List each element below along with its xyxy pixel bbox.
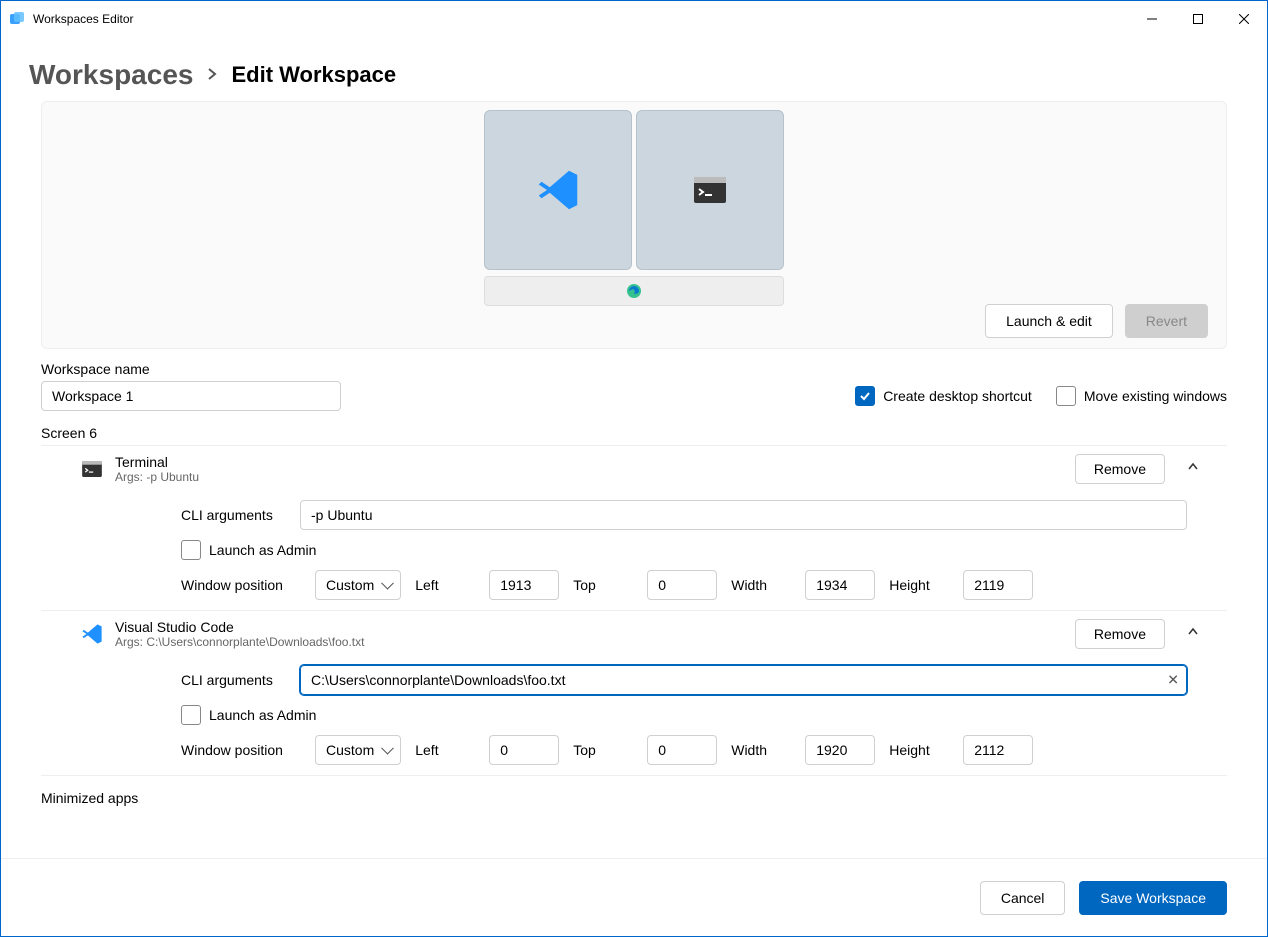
width-input[interactable]	[805, 735, 875, 765]
vscode-icon	[81, 623, 103, 645]
top-input[interactable]	[647, 735, 717, 765]
app-card-terminal: Terminal Args: -p Ubuntu Remove CLI argu…	[41, 446, 1227, 611]
move-windows-checkbox[interactable]: Move existing windows	[1056, 386, 1227, 406]
remove-button[interactable]: Remove	[1075, 619, 1165, 649]
remove-button[interactable]: Remove	[1075, 454, 1165, 484]
app-icon	[9, 11, 25, 27]
launch-admin-checkbox[interactable]: Launch as Admin	[181, 540, 316, 560]
top-label: Top	[573, 577, 633, 593]
cancel-button[interactable]: Cancel	[980, 881, 1066, 915]
window-position-label: Window position	[181, 742, 301, 758]
preview-minimized-row[interactable]	[484, 276, 784, 306]
screen-section-label: Screen 6	[41, 425, 1227, 441]
left-label: Left	[415, 577, 475, 593]
breadcrumb-leaf: Edit Workspace	[231, 62, 396, 88]
preview-tile-vscode[interactable]	[484, 110, 632, 270]
launch-admin-label: Launch as Admin	[209, 542, 316, 558]
left-input[interactable]	[489, 570, 559, 600]
position-mode-select[interactable]: Custom	[315, 735, 401, 765]
position-mode-select[interactable]: Custom	[315, 570, 401, 600]
window-position-label: Window position	[181, 577, 301, 593]
minimize-button[interactable]	[1129, 1, 1175, 37]
app-list: Terminal Args: -p Ubuntu Remove CLI argu…	[41, 445, 1227, 807]
create-shortcut-label: Create desktop shortcut	[883, 388, 1032, 404]
create-shortcut-checkbox[interactable]: Create desktop shortcut	[855, 386, 1032, 406]
breadcrumb-root[interactable]: Workspaces	[29, 59, 193, 91]
launch-edit-button[interactable]: Launch & edit	[985, 304, 1113, 338]
breadcrumb: Workspaces Edit Workspace	[1, 37, 1267, 101]
cli-args-label: CLI arguments	[181, 507, 286, 523]
top-input[interactable]	[647, 570, 717, 600]
checkbox-unchecked-icon	[181, 705, 201, 725]
workspace-name-label: Workspace name	[41, 361, 1227, 377]
height-label: Height	[889, 577, 949, 593]
window-title: Workspaces Editor	[33, 12, 133, 26]
app-card-vscode: Visual Studio Code Args: C:\Users\connor…	[41, 611, 1227, 776]
height-input[interactable]	[963, 735, 1033, 765]
layout-preview: Launch & edit Revert	[41, 101, 1227, 349]
minimized-section-label: Minimized apps	[41, 790, 1227, 806]
app-name: Visual Studio Code	[115, 619, 1063, 635]
launch-admin-label: Launch as Admin	[209, 707, 316, 723]
app-subtitle: Args: C:\Users\connorplante\Downloads\fo…	[115, 635, 1063, 649]
checkbox-unchecked-icon	[1056, 386, 1076, 406]
width-label: Width	[731, 577, 791, 593]
close-button[interactable]	[1221, 1, 1267, 37]
collapse-toggle[interactable]	[1177, 625, 1209, 644]
edge-icon	[626, 283, 642, 299]
workspace-name-input[interactable]	[41, 381, 341, 411]
terminal-icon	[694, 177, 726, 203]
preview-tile-terminal[interactable]	[636, 110, 784, 270]
left-label: Left	[415, 742, 475, 758]
height-input[interactable]	[963, 570, 1033, 600]
left-input[interactable]	[489, 735, 559, 765]
terminal-icon	[81, 458, 103, 480]
titlebar: Workspaces Editor	[1, 1, 1267, 37]
collapse-toggle[interactable]	[1177, 460, 1209, 479]
width-label: Width	[731, 742, 791, 758]
move-windows-label: Move existing windows	[1084, 388, 1227, 404]
footer: Cancel Save Workspace	[1, 858, 1267, 936]
launch-admin-checkbox[interactable]: Launch as Admin	[181, 705, 316, 725]
revert-button[interactable]: Revert	[1125, 304, 1208, 338]
height-label: Height	[889, 742, 949, 758]
cli-args-input[interactable]	[300, 500, 1187, 530]
cli-args-label: CLI arguments	[181, 672, 286, 688]
top-label: Top	[573, 742, 633, 758]
chevron-right-icon	[205, 64, 219, 87]
app-name: Terminal	[115, 454, 1063, 470]
checkbox-checked-icon	[855, 386, 875, 406]
checkbox-unchecked-icon	[181, 540, 201, 560]
save-workspace-button[interactable]: Save Workspace	[1079, 881, 1227, 915]
clear-input-icon[interactable]: ✕	[1167, 672, 1179, 689]
maximize-button[interactable]	[1175, 1, 1221, 37]
width-input[interactable]	[805, 570, 875, 600]
cli-args-input[interactable]	[300, 665, 1187, 695]
vscode-icon	[536, 168, 580, 212]
app-subtitle: Args: -p Ubuntu	[115, 470, 1063, 484]
